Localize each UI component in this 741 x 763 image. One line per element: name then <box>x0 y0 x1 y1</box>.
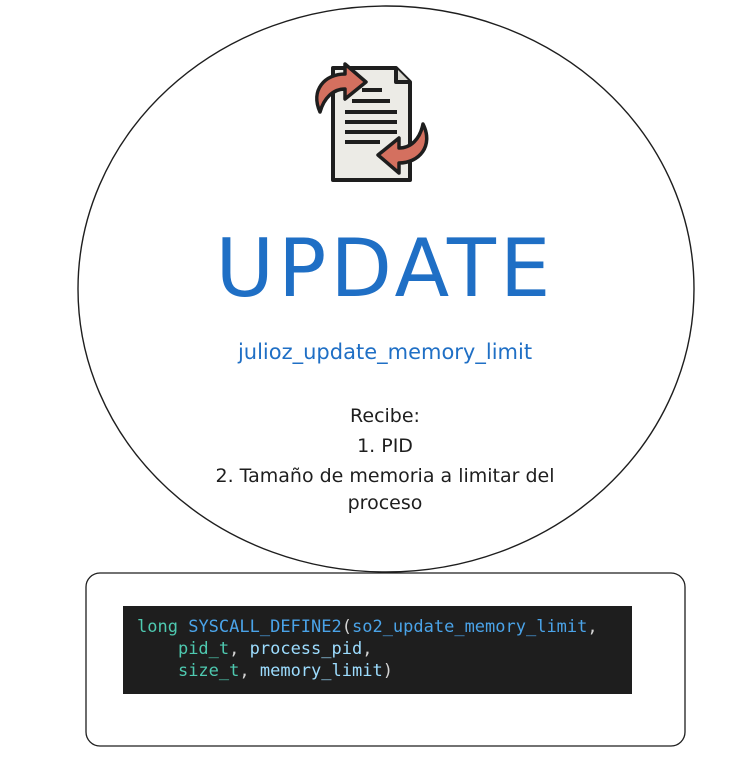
receives-item-2: 2. Tamaño de memoria a limitar del <box>215 465 555 487</box>
syscall-name: julioz_update_memory_limit <box>237 340 533 364</box>
receives-item-1: 1. PID <box>357 435 413 457</box>
document-update-icon <box>315 62 429 182</box>
code-sep: , <box>362 639 373 659</box>
code-param-name-2: memory_limit <box>259 661 383 681</box>
code-snippet: long SYSCALL_DEFINE2(so2_update_memory_l… <box>123 606 632 694</box>
code-open-paren: ( <box>341 617 352 637</box>
code-param-type-2: size_t <box>177 661 240 681</box>
code-return-type: long <box>137 617 178 637</box>
code-macro: SYSCALL_DEFINE2 <box>188 617 342 637</box>
code-sep: , <box>239 661 260 681</box>
code-sep: , <box>229 639 250 659</box>
diagram-title: UPDATE <box>215 222 555 315</box>
receives-heading: Recibe: <box>350 405 420 427</box>
code-comma: , <box>587 617 598 637</box>
receives-item-3: proceso <box>347 492 423 514</box>
code-syscall-name: so2_update_memory_limit <box>351 617 588 637</box>
code-close-paren: ) <box>382 661 393 681</box>
code-param-name-1: process_pid <box>249 639 363 659</box>
code-param-type-1: pid_t <box>177 639 230 659</box>
